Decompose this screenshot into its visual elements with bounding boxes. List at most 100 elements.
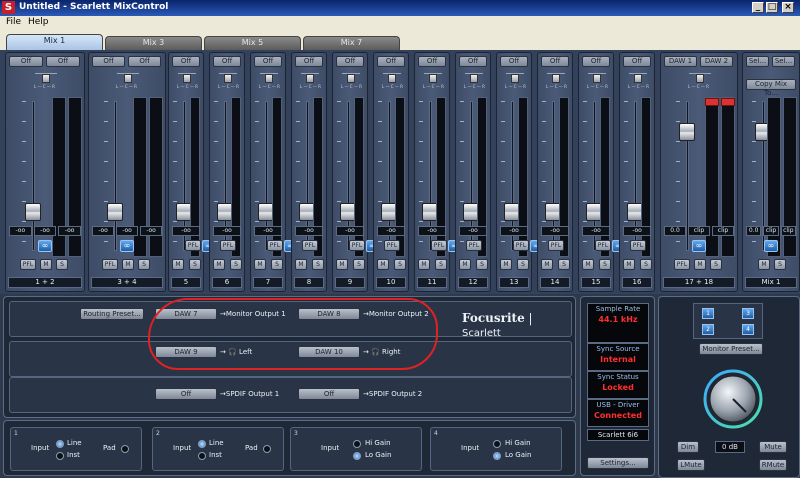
mute-button[interactable]: M [336, 259, 348, 270]
tab-mix-7[interactable]: Mix 7 [303, 36, 400, 50]
routing-preset-button[interactable]: Routing Preset... [80, 308, 144, 320]
input-source-select[interactable]: Off [500, 56, 528, 67]
pan-slider[interactable] [629, 73, 647, 83]
pfl-button[interactable]: PFL [267, 240, 283, 251]
pan-slider[interactable] [35, 73, 57, 83]
mute-button[interactable]: M [40, 259, 52, 270]
solo-button[interactable]: S [271, 259, 283, 270]
solo-button[interactable]: S [774, 259, 786, 270]
pfl-button[interactable]: PFL [20, 259, 36, 270]
pfl-button[interactable]: PFL [630, 240, 646, 251]
pfl-button[interactable]: PFL [349, 240, 365, 251]
pan-slider[interactable] [301, 73, 319, 83]
tab-mix-5[interactable]: Mix 5 [204, 36, 301, 50]
pan-knob[interactable] [224, 74, 232, 83]
mute-button[interactable]: Mute [759, 441, 787, 453]
pan-slider[interactable] [342, 73, 360, 83]
input-source-select[interactable]: Off [623, 56, 651, 67]
solo-button[interactable]: S [138, 259, 150, 270]
routing-source-daw-7[interactable]: DAW 7 [155, 308, 217, 320]
settings-button[interactable]: Settings... [587, 457, 649, 469]
tab-mix-3[interactable]: Mix 3 [105, 36, 202, 50]
pan-knob[interactable] [634, 74, 642, 83]
input-source-select[interactable]: Off [213, 56, 241, 67]
pfl-button[interactable]: PFL [384, 240, 400, 251]
solo-button[interactable]: S [394, 259, 406, 270]
mute-button[interactable]: M [582, 259, 594, 270]
mute-button[interactable]: M [623, 259, 635, 270]
input-2-inst-radio[interactable] [198, 452, 206, 460]
routing-source-daw-10[interactable]: DAW 10 [298, 346, 360, 358]
pan-slider[interactable] [178, 73, 196, 83]
routing-source-daw-8[interactable]: DAW 8 [298, 308, 360, 320]
input-source-select[interactable]: Off [254, 56, 282, 67]
routing-source-spdif-2[interactable]: Off [298, 388, 360, 400]
pan-slider[interactable] [547, 73, 565, 83]
input-source-select[interactable]: Off [377, 56, 405, 67]
input-source-select[interactable]: Off [336, 56, 364, 67]
input-3-lo-gain-radio[interactable] [353, 452, 361, 460]
solo-button[interactable]: S [558, 259, 570, 270]
pfl-button[interactable]: PFL [220, 240, 236, 251]
solo-button[interactable]: S [230, 259, 242, 270]
monitor-output-1-button[interactable]: 1 [702, 308, 714, 319]
input-source-select[interactable]: Off [295, 56, 323, 67]
pan-knob[interactable] [347, 74, 355, 83]
pan-knob[interactable] [42, 74, 50, 83]
mute-button[interactable]: M [295, 259, 307, 270]
menu-file[interactable]: File [6, 17, 21, 27]
input-source-select-right[interactable]: Off [46, 56, 80, 67]
sync-source-block[interactable]: Sync Source Internal [587, 343, 649, 371]
input-source-select-left[interactable]: Off [9, 56, 43, 67]
solo-button[interactable]: S [312, 259, 324, 270]
pfl-button[interactable]: PFL [513, 240, 529, 251]
solo-button[interactable]: S [640, 259, 652, 270]
input-source-select-right[interactable]: Off [128, 56, 161, 67]
routing-source-daw-9[interactable]: DAW 9 [155, 346, 217, 358]
input-3-hi-gain-radio[interactable] [353, 440, 361, 448]
input-source-select-right[interactable]: Sel... [772, 56, 795, 67]
stereo-link-button[interactable]: ∞ [38, 240, 52, 252]
pfl-button[interactable]: PFL [548, 240, 564, 251]
solo-button[interactable]: S [710, 259, 722, 270]
pfl-button[interactable]: PFL [185, 240, 201, 251]
input-1-line-radio[interactable] [56, 440, 64, 448]
pan-knob[interactable] [470, 74, 478, 83]
minimize-button[interactable]: _ [752, 2, 764, 13]
pan-slider[interactable] [260, 73, 278, 83]
pan-slider[interactable] [465, 73, 483, 83]
stereo-link-button[interactable]: ∞ [692, 240, 706, 252]
solo-button[interactable]: S [56, 259, 68, 270]
close-button[interactable]: × [782, 2, 794, 13]
pfl-button[interactable]: PFL [674, 259, 690, 270]
pfl-button[interactable]: PFL [431, 240, 447, 251]
pan-slider[interactable] [689, 73, 711, 83]
pan-slider[interactable] [219, 73, 237, 83]
pan-knob[interactable] [265, 74, 273, 83]
solo-button[interactable]: S [353, 259, 365, 270]
fader-knob[interactable] [679, 123, 695, 141]
monitor-output-4-button[interactable]: 4 [742, 324, 754, 335]
fader-knob[interactable] [25, 203, 41, 221]
mute-button[interactable]: M [122, 259, 134, 270]
pan-knob[interactable] [511, 74, 519, 83]
monitor-preset-button[interactable]: Monitor Preset... [699, 343, 763, 355]
pan-knob[interactable] [696, 74, 704, 83]
pan-slider[interactable] [588, 73, 606, 83]
input-source-select[interactable]: Off [459, 56, 487, 67]
mute-button[interactable]: M [213, 259, 225, 270]
monitor-output-2-button[interactable]: 2 [702, 324, 714, 335]
maximize-button[interactable]: □ [766, 2, 778, 13]
mute-button[interactable]: M [377, 259, 389, 270]
stereo-link-button[interactable]: ∞ [764, 240, 778, 252]
pan-slider[interactable] [117, 73, 139, 83]
pfl-button[interactable]: PFL [102, 259, 118, 270]
mute-button[interactable]: M [254, 259, 266, 270]
input-source-select-left[interactable]: DAW 1 [664, 56, 697, 67]
monitor-output-3-button[interactable]: 3 [742, 308, 754, 319]
input-source-select[interactable]: Off [541, 56, 569, 67]
input-2-line-radio[interactable] [198, 440, 206, 448]
copy-mix-button[interactable]: Copy Mix To... [746, 79, 796, 97]
input-1-pad-toggle[interactable] [121, 445, 129, 453]
input-1-inst-radio[interactable] [56, 452, 64, 460]
